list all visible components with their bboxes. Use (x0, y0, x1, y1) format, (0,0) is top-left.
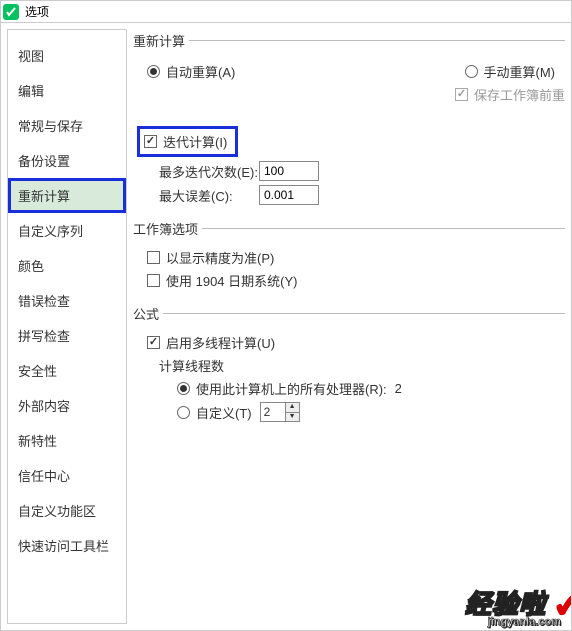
sidebar-item-label: 新特性 (18, 434, 57, 449)
max-change-input[interactable] (259, 185, 319, 205)
display-precision-checkbox[interactable]: 以显示精度为准(P) (147, 248, 565, 267)
radio-label: 自动重算(A) (166, 62, 235, 81)
sidebar-item-external[interactable]: 外部内容 (8, 388, 126, 423)
radio-label: 手动重算(M) (484, 62, 556, 81)
sidebar-item-label: 常规与保存 (18, 119, 83, 134)
sidebar-item-label: 视图 (18, 49, 44, 64)
manual-recalc-radio[interactable]: 手动重算(M) (465, 62, 556, 81)
multithread-checkbox[interactable]: 启用多线程计算(U) (147, 333, 565, 352)
recalc-legend: 重新计算 (133, 31, 189, 50)
sidebar-item-new-features[interactable]: 新特性 (8, 423, 126, 458)
sidebar-item-label: 错误检查 (18, 294, 70, 309)
content-panel: 重新计算 自动重算(A) 手动重算(M) 保存工作簿前重 (127, 23, 571, 630)
radio-label: 自定义(T) (196, 403, 252, 422)
sidebar-item-general-save[interactable]: 常规与保存 (8, 108, 126, 143)
iterate-checkbox[interactable]: 迭代计算(I) (144, 132, 227, 151)
date-1904-checkbox[interactable]: 使用 1904 日期系统(Y) (147, 271, 565, 290)
max-iterations-label: 最多迭代次数(E): (159, 162, 259, 181)
checkbox-label: 使用 1904 日期系统(Y) (166, 271, 297, 290)
custom-threads-radio[interactable]: 自定义(T) (177, 403, 252, 422)
sidebar-item-label: 颜色 (18, 259, 44, 274)
use-all-processors-radio[interactable]: 使用此计算机上的所有处理器(R): 2 (177, 379, 565, 398)
stepper-value: 2 (261, 403, 285, 421)
sidebar-item-custom-ribbon[interactable]: 自定义功能区 (8, 493, 126, 528)
formula-group: 公式 启用多线程计算(U) 计算线程数 使用此计算机上的所有处理器(R): 2 … (137, 304, 565, 428)
max-change-label: 最大误差(C): (159, 186, 259, 205)
sidebar-item-edit[interactable]: 编辑 (8, 73, 126, 108)
formula-legend: 公式 (133, 304, 163, 323)
checkbox-icon (144, 135, 157, 148)
recalc-group: 重新计算 自动重算(A) 手动重算(M) 保存工作簿前重 (137, 31, 565, 211)
sidebar-item-recalculate[interactable]: 重新计算 (8, 178, 126, 213)
sidebar-item-label: 快速访问工具栏 (18, 539, 109, 554)
sidebar-item-trust-center[interactable]: 信任中心 (8, 458, 126, 493)
sidebar-item-label: 自定义功能区 (18, 504, 96, 519)
iterate-highlight: 迭代计算(I) (137, 126, 238, 157)
stepper-up-icon[interactable]: ▲ (286, 403, 299, 413)
checkbox-icon (147, 251, 160, 264)
custom-threads-stepper[interactable]: 2 ▲ ▼ (260, 402, 300, 422)
checkbox-label: 启用多线程计算(U) (166, 333, 275, 352)
sidebar-item-quick-access[interactable]: 快速访问工具栏 (8, 528, 126, 563)
stepper-down-icon[interactable]: ▼ (286, 413, 299, 422)
checkbox-label: 以显示精度为准(P) (166, 248, 274, 267)
checkbox-icon (147, 336, 160, 349)
sidebar-item-label: 编辑 (18, 84, 44, 99)
sidebar-item-label: 信任中心 (18, 469, 70, 484)
checkbox-icon (147, 274, 160, 287)
dialog-title: 选项 (25, 3, 49, 20)
sidebar-item-view[interactable]: 视图 (8, 38, 126, 73)
options-dialog: 选项 视图 编辑 常规与保存 备份设置 重新计算 自定义序列 颜色 错误检查 拼… (0, 0, 572, 631)
radio-icon (147, 65, 160, 78)
save-before-recalc-checkbox: 保存工作簿前重 (455, 85, 565, 104)
sidebar-item-label: 外部内容 (18, 399, 70, 414)
workbook-group: 工作簿选项 以显示精度为准(P) 使用 1904 日期系统(Y) (137, 219, 565, 296)
sidebar-item-security[interactable]: 安全性 (8, 353, 126, 388)
max-iterations-input[interactable] (259, 161, 319, 181)
thread-count-legend: 计算线程数 (159, 356, 565, 375)
app-logo-icon (3, 4, 19, 20)
titlebar: 选项 (1, 1, 571, 23)
workbook-legend: 工作簿选项 (133, 219, 202, 238)
processor-count: 2 (395, 381, 402, 396)
sidebar-item-label: 重新计算 (18, 189, 70, 204)
sidebar-item-label: 安全性 (18, 364, 57, 379)
sidebar-item-custom-lists[interactable]: 自定义序列 (8, 213, 126, 248)
radio-icon (177, 382, 190, 395)
sidebar-item-color[interactable]: 颜色 (8, 248, 126, 283)
sidebar-item-label: 自定义序列 (18, 224, 83, 239)
stepper-buttons: ▲ ▼ (285, 403, 299, 421)
checkbox-label: 迭代计算(I) (163, 132, 227, 151)
checkbox-label: 保存工作簿前重 (474, 85, 565, 104)
radio-label: 使用此计算机上的所有处理器(R): (196, 379, 387, 398)
checkbox-icon (455, 88, 468, 101)
sidebar-item-spellcheck[interactable]: 拼写检查 (8, 318, 126, 353)
radio-icon (177, 406, 190, 419)
sidebar-item-label: 备份设置 (18, 154, 70, 169)
category-sidebar: 视图 编辑 常规与保存 备份设置 重新计算 自定义序列 颜色 错误检查 拼写检查… (7, 29, 127, 624)
radio-icon (465, 65, 478, 78)
auto-recalc-radio[interactable]: 自动重算(A) (147, 62, 235, 81)
sidebar-item-label: 拼写检查 (18, 329, 70, 344)
sidebar-item-backup[interactable]: 备份设置 (8, 143, 126, 178)
sidebar-item-error-check[interactable]: 错误检查 (8, 283, 126, 318)
